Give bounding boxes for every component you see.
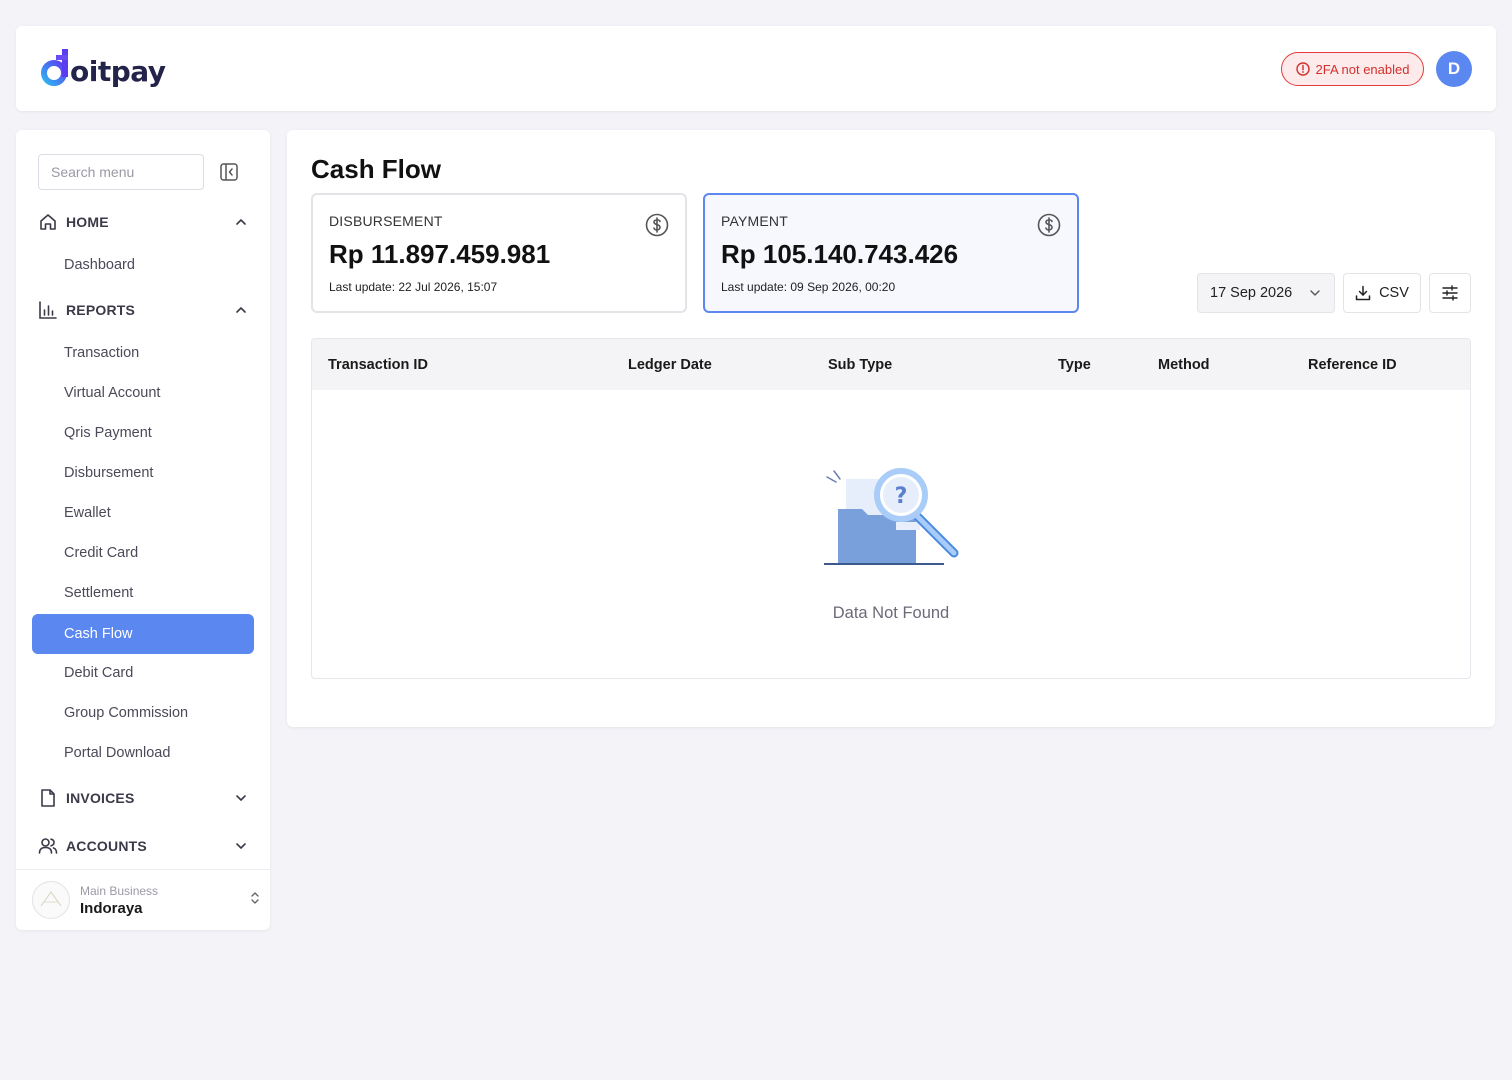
alert-circle-icon [1295, 62, 1310, 76]
users-icon [38, 836, 58, 856]
sidebar-item-credit-card[interactable]: Credit Card [32, 533, 254, 573]
cash-flow-table: Transaction ID Ledger Date Sub Type Type… [311, 338, 1471, 679]
sidebar-item-debit-card[interactable]: Debit Card [32, 653, 254, 693]
page-title: Cash Flow [311, 154, 442, 184]
card-label: PAYMENT [721, 213, 788, 229]
section-reports[interactable]: REPORTS [38, 298, 248, 322]
column-header-reference-id[interactable]: Reference ID [1308, 339, 1397, 390]
table-header: Transaction ID Ledger Date Sub Type Type… [312, 339, 1470, 390]
column-header-type[interactable]: Type [1058, 339, 1091, 390]
sidebar-item-qris-payment[interactable]: Qris Payment [32, 413, 254, 453]
chevron-up-down-icon [248, 890, 262, 911]
2fa-warning-text: 2FA not enabled [1315, 61, 1410, 77]
export-csv-button[interactable]: CSV [1343, 273, 1421, 313]
brand-name: oitpay [70, 54, 166, 88]
search-menu-input[interactable] [38, 154, 204, 190]
sidebar: HOME Dashboard REPORTS Transaction Virtu… [16, 130, 270, 930]
sidebar-item-settlement[interactable]: Settlement [32, 573, 254, 613]
user-avatar[interactable]: D [1436, 51, 1472, 87]
disbursement-card[interactable]: DISBURSEMENT Rp 11.897.459.981 Last upda… [311, 193, 687, 313]
brand-logo-icon [41, 49, 68, 86]
column-header-ledger-date[interactable]: Ledger Date [628, 339, 712, 390]
main-content: Cash Flow DISBURSEMENT Rp 11.897.459.981… [287, 130, 1495, 727]
chevron-up-icon [234, 215, 248, 229]
sidebar-item-transaction[interactable]: Transaction [32, 333, 254, 373]
date-filter-value: 17 Sep 2026 [1210, 285, 1293, 301]
brand-logo[interactable]: oitpay [40, 44, 166, 92]
card-amount: Rp 105.140.743.426 [721, 239, 959, 269]
home-icon [38, 212, 58, 232]
column-header-transaction-id[interactable]: Transaction ID [328, 339, 428, 390]
card-amount: Rp 11.897.459.981 [329, 239, 551, 269]
chevron-up-icon [234, 303, 248, 317]
top-header: oitpay 2FA not enabled D [16, 26, 1496, 111]
sliders-icon [1442, 285, 1458, 301]
dollar-circle-icon [645, 213, 669, 237]
business-name: Indoraya [80, 899, 143, 917]
sidebar-item-group-commission[interactable]: Group Commission [32, 693, 254, 733]
sidebar-item-ewallet[interactable]: Ewallet [32, 493, 254, 533]
business-switcher[interactable]: Main Business Indoraya [32, 880, 262, 920]
card-last-update: Last update: 22 Jul 2026, 15:07 [329, 280, 498, 294]
collapse-sidebar-icon[interactable] [220, 163, 238, 181]
sidebar-item-portal-download[interactable]: Portal Download [32, 733, 254, 773]
sidebar-item-disbursement[interactable]: Disbursement [32, 453, 254, 493]
filter-settings-button[interactable] [1429, 273, 1471, 313]
sidebar-item-cash-flow[interactable]: Cash Flow [32, 614, 254, 654]
sidebar-item-virtual-account[interactable]: Virtual Account [32, 373, 254, 413]
payment-card[interactable]: PAYMENT Rp 105.140.743.426 Last update: … [703, 193, 1079, 313]
section-reports-label: REPORTS [66, 302, 136, 318]
column-header-sub-type[interactable]: Sub Type [828, 339, 892, 390]
empty-state-text: Data Not Found [832, 604, 950, 622]
sidebar-item-dashboard[interactable]: Dashboard [32, 245, 254, 285]
bar-chart-icon [38, 300, 58, 320]
2fa-warning-badge[interactable]: 2FA not enabled [1281, 52, 1424, 86]
export-csv-label: CSV [1379, 285, 1409, 301]
section-home-label: HOME [66, 214, 109, 230]
date-filter-select[interactable]: 17 Sep 2026 [1197, 273, 1335, 313]
svg-text:?: ? [895, 484, 908, 509]
section-home[interactable]: HOME [38, 210, 248, 234]
section-invoices-label: INVOICES [66, 790, 135, 806]
card-last-update: Last update: 09 Sep 2026, 00:20 [721, 280, 896, 294]
empty-folder-search-icon: ? [824, 468, 959, 565]
business-caption: Main Business [80, 883, 159, 898]
section-accounts-label: ACCOUNTS [66, 838, 147, 854]
sidebar-divider [16, 869, 270, 870]
business-avatar [32, 881, 70, 919]
column-header-method[interactable]: Method [1158, 339, 1210, 390]
chevron-down-icon [234, 839, 248, 853]
chevron-down-icon [1310, 290, 1320, 296]
card-label: DISBURSEMENT [329, 213, 443, 229]
dollar-circle-icon [1037, 213, 1061, 237]
document-icon [38, 788, 58, 808]
section-invoices[interactable]: INVOICES [38, 786, 248, 810]
chevron-down-icon [234, 791, 248, 805]
download-icon [1355, 285, 1371, 301]
section-accounts[interactable]: ACCOUNTS [38, 834, 248, 858]
